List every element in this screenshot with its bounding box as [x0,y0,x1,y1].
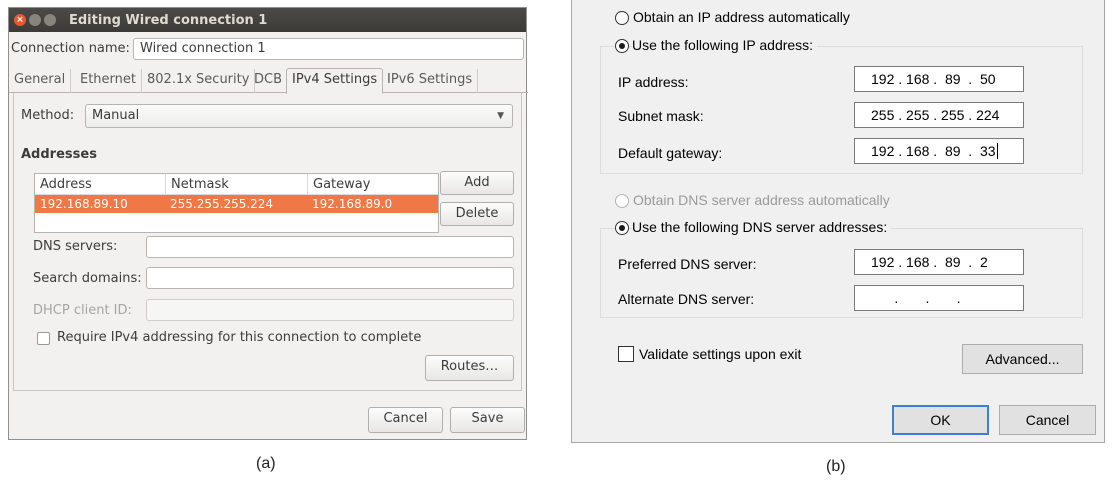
cell-netmask[interactable]: 255.255.255.224 [165,195,273,213]
column-header-gateway[interactable]: Gateway [307,174,370,195]
title-bar: × Editing Wired connection 1 [9,8,526,32]
tab-ipv6-settings[interactable]: IPv6 Settings [382,69,479,93]
validate-settings-label: Validate settings upon exit [639,346,802,362]
search-domains-field[interactable] [146,267,514,289]
addresses-heading: Addresses [21,147,97,162]
method-dropdown[interactable]: Manual ▼ [85,104,513,128]
tab-general[interactable]: General [9,69,72,93]
tab-bar: General Ethernet 802.1x Security DCB IPv… [9,68,528,94]
connection-name-label: Connection name: [11,41,130,56]
save-button[interactable]: Save [450,407,525,433]
add-button[interactable]: Add [440,171,514,195]
maximize-icon[interactable] [44,14,56,26]
caption-a: (a) [256,455,276,472]
cell-address[interactable]: 192.168.89.10 [35,195,128,213]
close-icon[interactable]: × [14,14,26,26]
tab-ethernet[interactable]: Ethernet [75,69,142,93]
alternate-dns-field[interactable]: . . . [854,285,1024,311]
dhcp-client-id-label: DHCP client ID: [33,303,132,318]
ip-address-label: IP address: [618,74,689,90]
use-following-dns-radio[interactable] [615,221,629,235]
obtain-ip-auto-radio[interactable] [615,11,629,25]
advanced-button[interactable]: Advanced... [962,344,1083,374]
obtain-dns-auto-radio [615,194,629,208]
obtain-dns-auto-label: Obtain DNS server address automatically [633,192,890,208]
table-row[interactable]: 192.168.89.10 255.255.255.224 192.168.89… [35,195,438,213]
search-domains-label: Search domains: [33,271,142,286]
ubuntu-network-dialog: × Editing Wired connection 1 Connection … [8,7,528,440]
dns-servers-label: DNS servers: [33,239,118,254]
text-caret [996,143,998,159]
require-ipv4-label: Require IPv4 addressing for this connect… [57,330,422,345]
preferred-dns-label: Preferred DNS server: [618,256,757,272]
method-label: Method: [21,108,75,123]
default-gateway-label: Default gateway: [618,145,723,161]
subnet-mask-label: Subnet mask: [618,108,704,124]
caption-b: (b) [826,458,846,475]
ip-address-field[interactable]: 192 . 168 . 89 . 50 [854,66,1024,92]
method-value: Manual [92,108,140,123]
cancel-button[interactable]: Cancel [999,405,1096,435]
default-gateway-field[interactable]: 192 . 168 . 89 . 33 [854,138,1024,164]
addresses-table: Address Netmask Gateway 192.168.89.10 25… [34,173,439,233]
minimize-icon[interactable] [29,14,41,26]
routes-button[interactable]: Routes… [425,355,514,381]
tab-dcb[interactable]: DCB [249,69,289,93]
use-following-dns-label: Use the following DNS server addresses: [632,219,892,235]
dhcp-client-id-field [146,299,514,321]
window-title: Editing Wired connection 1 [69,12,268,28]
tab-ipv4-settings[interactable]: IPv4 Settings [286,68,384,94]
chevron-down-icon: ▼ [497,111,504,121]
subnet-mask-field[interactable]: 255 . 255 . 255 . 224 [854,102,1024,128]
alternate-dns-label: Alternate DNS server: [618,291,755,307]
validate-settings-checkbox[interactable] [618,346,634,362]
cancel-button[interactable]: Cancel [368,407,443,433]
obtain-ip-auto-label: Obtain an IP address automatically [633,9,850,25]
default-gateway-value: 192 . 168 . 89 . 33 [871,143,996,159]
connection-name-field[interactable]: Wired connection 1 [133,38,524,60]
column-header-address[interactable]: Address [35,174,92,195]
preferred-dns-field[interactable]: 192 . 168 . 89 . 2 [854,249,1024,275]
use-following-ip-label: Use the following IP address: [632,37,818,53]
delete-button[interactable]: Delete [440,202,514,226]
ok-button[interactable]: OK [892,405,989,435]
radio-selected-dot [619,225,625,231]
cell-gateway[interactable]: 192.168.89.0 [307,195,392,213]
column-header-netmask[interactable]: Netmask [165,174,229,195]
table-header: Address Netmask Gateway [35,174,438,195]
tab-8021x-security[interactable]: 802.1x Security [142,69,256,93]
use-following-ip-radio[interactable] [615,39,629,53]
dns-servers-field[interactable] [146,236,514,258]
require-ipv4-checkbox[interactable] [37,332,50,345]
radio-selected-dot [619,43,625,49]
windows-tcpip-dialog: Obtain an IP address automatically Use t… [571,0,1105,443]
